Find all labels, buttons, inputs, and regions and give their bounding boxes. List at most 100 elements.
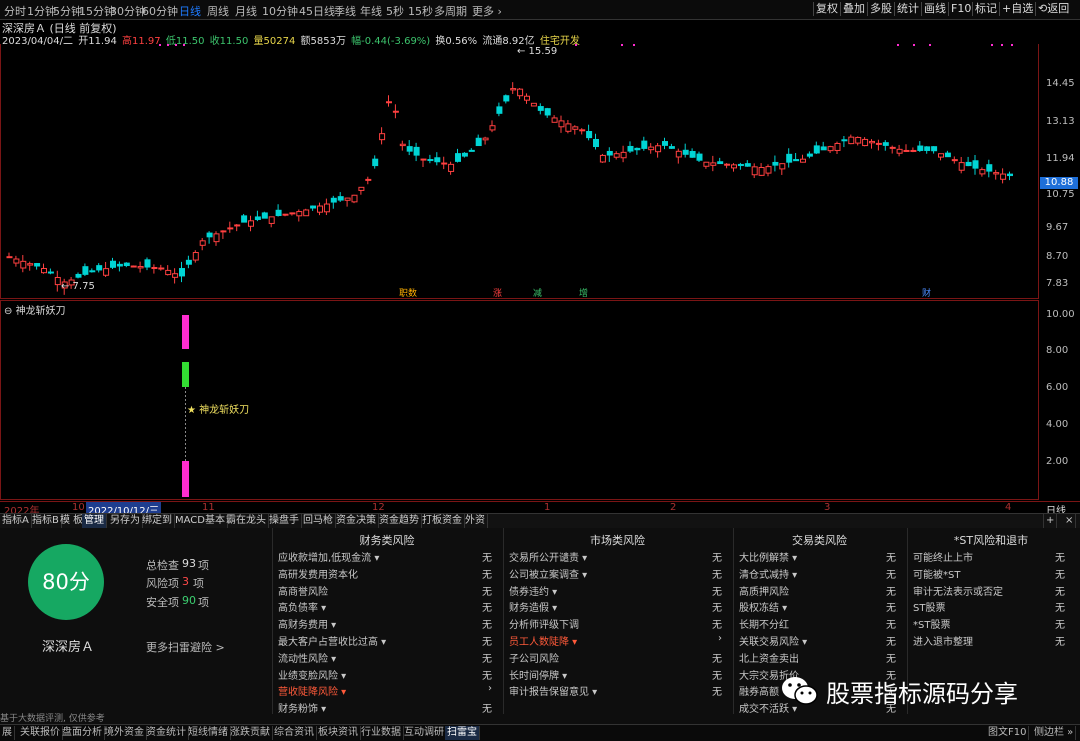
risk-item-status: 无 [712, 620, 722, 632]
risk-item-status: 无 [712, 653, 722, 665]
tab-foreign-fund[interactable]: 外资 [463, 514, 488, 528]
risk-item-label[interactable]: 审计无法表示或否定 [913, 583, 1003, 598]
candle-body [213, 233, 220, 243]
risk-item-label[interactable]: 高质押风险 [739, 583, 789, 598]
bottom-item[interactable]: 关联报价 [18, 726, 63, 740]
period-item[interactable]: 多周期 [434, 3, 467, 19]
period-item[interactable]: 45日线 [299, 3, 335, 19]
risk-item-label[interactable]: 最大客户占营收比过高 ▾ [278, 633, 386, 648]
risk-item-label[interactable]: 清仓式减持 ▾ [739, 566, 797, 581]
risk-item-label[interactable]: 高研发费用资本化 [278, 566, 358, 581]
bottom-f10-button[interactable]: 图文F10 [986, 726, 1030, 740]
bottom-item[interactable]: 互动调研 [402, 726, 447, 740]
indicator-bar [182, 461, 189, 497]
period-item-daily[interactable]: 日线 [179, 3, 201, 19]
bottom-item[interactable]: 短线情绪 [186, 726, 231, 740]
tab-fund-trend[interactable]: 资金趋势 [377, 514, 422, 528]
risk-item-label[interactable]: 高负债率 ▾ [278, 599, 326, 614]
add-tab-button[interactable]: + [1043, 514, 1058, 528]
risk-item-label[interactable]: 高财务费用 ▾ [278, 616, 336, 631]
tab-limit-fund[interactable]: 打板资金 [420, 514, 465, 528]
sidebar-toggle-button[interactable]: 侧边栏 » [1032, 726, 1077, 740]
bottom-item[interactable]: 涨跌贡献 [228, 726, 273, 740]
restore-rights-button[interactable]: 复权 [813, 2, 840, 16]
period-item[interactable]: 1分钟 [27, 3, 56, 19]
candle-body [496, 106, 503, 114]
risk-item-label[interactable]: ST股票 [913, 599, 945, 614]
period-item[interactable]: 季线 [334, 3, 356, 19]
bottom-item[interactable]: 行业数据 [359, 726, 404, 740]
risk-item-label[interactable]: 进入退市整理 [913, 633, 973, 648]
bottom-item-risk-scan[interactable]: 扫雷宝 [445, 726, 480, 740]
tab-trader[interactable]: 操盘手 [267, 514, 302, 528]
bottom-item[interactable]: 展 [0, 726, 15, 740]
close-tab-button[interactable]: × [1063, 514, 1077, 528]
period-item[interactable]: 5秒 [386, 3, 404, 19]
risk-item-label[interactable]: 员工人数陡降 ▾ [509, 633, 577, 648]
risk-item-label[interactable]: 可能被*ST [913, 566, 960, 581]
period-item[interactable]: 周线 [207, 3, 229, 19]
draw-line-button[interactable]: 画线 [921, 2, 948, 16]
period-item[interactable]: 15秒 [408, 3, 433, 19]
period-item[interactable]: 10分钟 [262, 3, 298, 19]
period-item[interactable]: 5分钟 [53, 3, 82, 19]
risk-item-label[interactable]: 财务造假 ▾ [509, 599, 557, 614]
period-item-more[interactable]: 更多 › [472, 3, 502, 19]
risk-item-label[interactable]: 债券违约 ▾ [509, 583, 557, 598]
statistics-button[interactable]: 统计 [894, 2, 921, 16]
risk-item-label[interactable]: 交易所公开谴责 ▾ [509, 549, 587, 564]
risk-item-label[interactable]: 子公司风险 [509, 650, 559, 665]
risk-item-label[interactable]: 股权冻结 ▾ [739, 599, 787, 614]
tab-bind-to[interactable]: 绑定到 [140, 514, 175, 528]
bottom-item[interactable]: 盘面分析 [60, 726, 105, 740]
tab-fund-decision[interactable]: 资金决策 [334, 514, 379, 528]
risk-item-label[interactable]: 长期不分红 [739, 616, 789, 631]
indicator-pane[interactable]: ⊖ 神龙斩妖刀 ★ 神龙斩妖刀 [0, 300, 1039, 500]
back-button[interactable]: ⟲返回 [1035, 2, 1071, 16]
f10-button[interactable]: F10 [948, 2, 973, 16]
candle-body [620, 151, 627, 159]
tab-pullback[interactable]: 回马枪 [301, 514, 336, 528]
period-item[interactable]: 分时 [4, 3, 26, 19]
candle-body [751, 166, 758, 176]
overlay-button[interactable]: 叠加 [840, 2, 867, 16]
more-scan-link[interactable]: 更多扫雷避险 > [146, 639, 225, 655]
tab-leader[interactable]: 霸在龙头 [224, 514, 269, 528]
bottom-item[interactable]: 板块资讯 [316, 726, 361, 740]
risk-item-label[interactable]: *ST股票 [913, 616, 950, 631]
tab-save-as[interactable]: 另存为 [108, 514, 143, 528]
period-item[interactable]: 60分钟 [142, 3, 178, 19]
risk-item-label[interactable]: 大比例解禁 ▾ [739, 549, 797, 564]
risk-item-label[interactable]: 可能终止上市 [913, 549, 973, 564]
period-item[interactable]: 月线 [235, 3, 257, 19]
risk-item-label[interactable]: 公司被立案调查 ▾ [509, 566, 587, 581]
add-watchlist-button[interactable]: +自选 [999, 2, 1035, 16]
tab-indicator-a[interactable]: 指标A [0, 514, 32, 528]
risk-item-label[interactable]: 应收款增加,低现金流 ▾ [278, 549, 379, 564]
period-item[interactable]: 30分钟 [110, 3, 146, 19]
period-item[interactable]: 年线 [360, 3, 382, 19]
bottom-item[interactable]: 综合资讯 [272, 726, 317, 740]
candle-body [517, 88, 524, 97]
bottom-item[interactable]: 境外资金 [102, 726, 147, 740]
tab-macd[interactable]: MACD基本 [173, 514, 228, 528]
risk-item-label[interactable]: 营收陡降风险 ▾ [278, 683, 346, 698]
risk-item-label[interactable]: 融券高额 [739, 683, 779, 698]
tab-manage[interactable]: 管理 [82, 514, 107, 528]
risk-item-label[interactable]: 业绩变脸风险 ▾ [278, 667, 346, 682]
risk-item-label[interactable]: 流动性风险 ▾ [278, 650, 336, 665]
kline-chart-area[interactable]: ← 15.59 ← 7.75 职数 涨 减 增 财 [0, 44, 1039, 299]
candle-body [806, 153, 813, 157]
risk-item-label[interactable]: 高商誉风险 [278, 583, 328, 598]
multi-stock-button[interactable]: 多股 [867, 2, 894, 16]
risk-item-label[interactable]: 北上资金卖出 [739, 650, 799, 665]
risk-item-label[interactable]: 长时间停牌 ▾ [509, 667, 567, 682]
risk-item-label[interactable]: 财务粉饰 ▾ [278, 700, 326, 715]
candle-body [310, 205, 317, 209]
risk-item-label[interactable]: 审计报告保留意见 ▾ [509, 683, 597, 698]
candle-body [841, 139, 848, 142]
bottom-item[interactable]: 资金统计 [144, 726, 189, 740]
risk-item-label[interactable]: 关联交易风险 ▾ [739, 633, 807, 648]
risk-item-label[interactable]: 分析师评级下调 [509, 616, 579, 631]
mark-button[interactable]: 标记 [972, 2, 999, 16]
